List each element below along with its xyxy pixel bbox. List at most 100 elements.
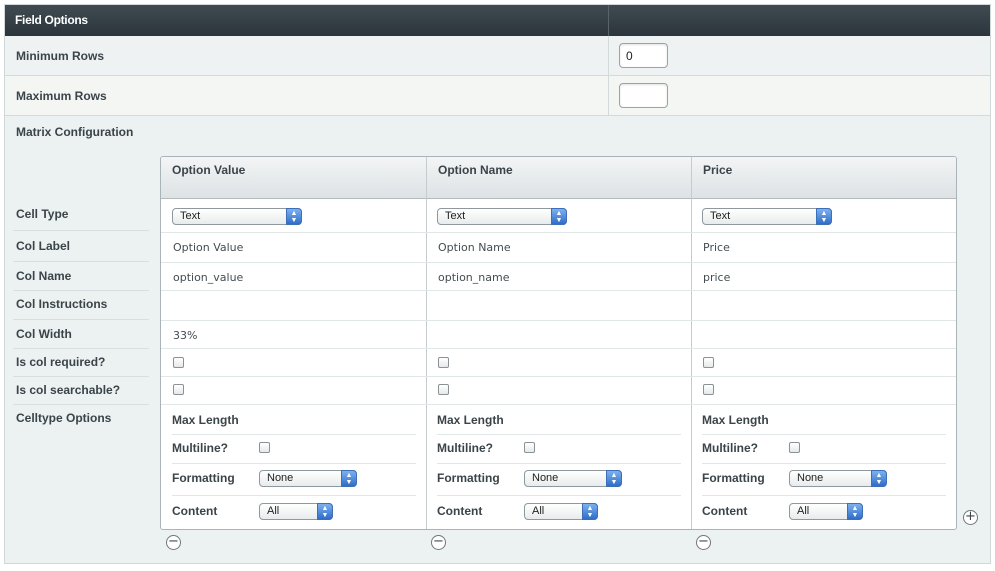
col-header-label: Price [703, 163, 733, 177]
updown-arrows-icon: ▲ ▼ [847, 503, 863, 520]
multiline-checkbox[interactable] [524, 442, 535, 453]
label-divider [13, 404, 149, 405]
row-divider [608, 76, 609, 116]
row-divider [608, 36, 609, 76]
content-select[interactable]: All ▲ ▼ [789, 503, 863, 520]
col-name-value[interactable]: option_value [173, 271, 243, 284]
col-header-option-value[interactable]: Option Value [161, 157, 427, 199]
updown-arrows-icon: ▲ ▼ [871, 470, 887, 487]
minimum-rows-row: Minimum Rows [5, 36, 990, 76]
option-divider [702, 495, 946, 496]
content-label: Content [437, 504, 483, 518]
col-width-value[interactable]: 33% [173, 329, 197, 342]
option-divider [437, 434, 681, 435]
col-searchable-checkbox[interactable] [173, 384, 184, 395]
col-name-value[interactable]: price [703, 271, 730, 284]
formatting-select[interactable]: None ▲ ▼ [259, 470, 357, 487]
column-divider [426, 157, 427, 529]
multiline-checkbox[interactable] [789, 442, 800, 453]
formatting-select[interactable]: None ▲ ▼ [789, 470, 887, 487]
label-divider [13, 230, 149, 231]
col-label-value[interactable]: Option Name [438, 241, 511, 254]
row-divider [161, 348, 956, 349]
formatting-label: Formatting [437, 471, 500, 485]
col-instructions-label: Col Instructions [16, 297, 108, 311]
col-name-value[interactable]: option_name [438, 271, 509, 284]
updown-arrows-icon: ▲ ▼ [551, 208, 567, 225]
minimum-rows-input[interactable] [619, 43, 668, 68]
content-select[interactable]: All ▲ ▼ [524, 503, 598, 520]
select-value: None [532, 472, 559, 484]
select-value: Text [445, 210, 466, 222]
label-divider [13, 376, 149, 377]
cell-type-label: Cell Type [16, 207, 69, 221]
col-searchable-checkbox[interactable] [703, 384, 714, 395]
col-label-label: Col Label [16, 239, 71, 253]
option-divider [437, 495, 681, 496]
select-value: All [267, 505, 280, 517]
option-divider [702, 463, 946, 464]
col-label-value[interactable]: Price [703, 241, 730, 254]
maximum-rows-input[interactable] [619, 83, 668, 108]
select-value: None [267, 472, 294, 484]
updown-arrows-icon: ▲ ▼ [286, 208, 302, 225]
minus-circle-icon[interactable]: − [431, 535, 446, 550]
col-header-price[interactable]: Price [692, 157, 956, 199]
col-name-label: Col Name [16, 269, 72, 283]
cell-type-select[interactable]: Text ▲ ▼ [702, 208, 832, 225]
formatting-select[interactable]: None ▲ ▼ [524, 470, 622, 487]
col-required-checkbox[interactable] [703, 357, 714, 368]
row-divider [161, 262, 956, 263]
multiline-checkbox[interactable] [259, 442, 270, 453]
col-header-label: Option Name [438, 163, 513, 177]
select-value: Text [180, 210, 201, 222]
matrix-configuration-title: Matrix Configuration [16, 125, 134, 139]
col-width-label: Col Width [16, 327, 72, 341]
label-divider [13, 348, 149, 349]
select-value: None [797, 472, 824, 484]
col-required-checkbox[interactable] [438, 357, 449, 368]
col-label-value[interactable]: Option Value [173, 241, 243, 254]
celltype-options-label: Celltype Options [16, 411, 112, 425]
cell-type-select[interactable]: Text ▲ ▼ [172, 208, 302, 225]
updown-arrows-icon: ▲ ▼ [816, 208, 832, 225]
field-options-panel: Field Options Minimum Rows Maximum Rows … [4, 4, 991, 564]
maximum-rows-label: Maximum Rows [16, 89, 107, 103]
select-value: All [532, 505, 545, 517]
col-header-label: Option Value [172, 163, 246, 177]
plus-circle-icon[interactable]: + [963, 510, 978, 525]
col-searchable-label: Is col searchable? [16, 383, 121, 397]
maximum-rows-row: Maximum Rows [5, 76, 990, 116]
label-divider [13, 261, 149, 262]
row-divider [161, 376, 956, 377]
minus-circle-icon[interactable]: − [166, 535, 181, 550]
col-header-option-name[interactable]: Option Name [427, 157, 692, 199]
col-required-label: Is col required? [16, 355, 106, 369]
formatting-label: Formatting [172, 471, 235, 485]
row-divider [161, 290, 956, 291]
col-required-checkbox[interactable] [173, 357, 184, 368]
select-value: All [797, 505, 810, 517]
updown-arrows-icon: ▲ ▼ [582, 503, 598, 520]
option-divider [172, 495, 416, 496]
row-divider [161, 232, 956, 233]
header-divider [608, 5, 609, 36]
multiline-label: Multiline? [172, 441, 228, 455]
field-options-header: Field Options [5, 5, 990, 36]
updown-arrows-icon: ▲ ▼ [341, 470, 357, 487]
formatting-label: Formatting [702, 471, 765, 485]
cell-type-select[interactable]: Text ▲ ▼ [437, 208, 567, 225]
option-divider [172, 463, 416, 464]
content-select[interactable]: All ▲ ▼ [259, 503, 333, 520]
label-divider [13, 319, 149, 320]
multiline-label: Multiline? [702, 441, 758, 455]
updown-arrows-icon: ▲ ▼ [317, 503, 333, 520]
option-divider [437, 463, 681, 464]
updown-arrows-icon: ▲ ▼ [606, 470, 622, 487]
minus-circle-icon[interactable]: − [696, 535, 711, 550]
column-divider [691, 157, 692, 529]
field-options-title: Field Options [15, 13, 88, 27]
multiline-label: Multiline? [437, 441, 493, 455]
col-searchable-checkbox[interactable] [438, 384, 449, 395]
matrix-grid: Option Value Option Name Price Text ▲ ▼ O… [160, 156, 957, 530]
